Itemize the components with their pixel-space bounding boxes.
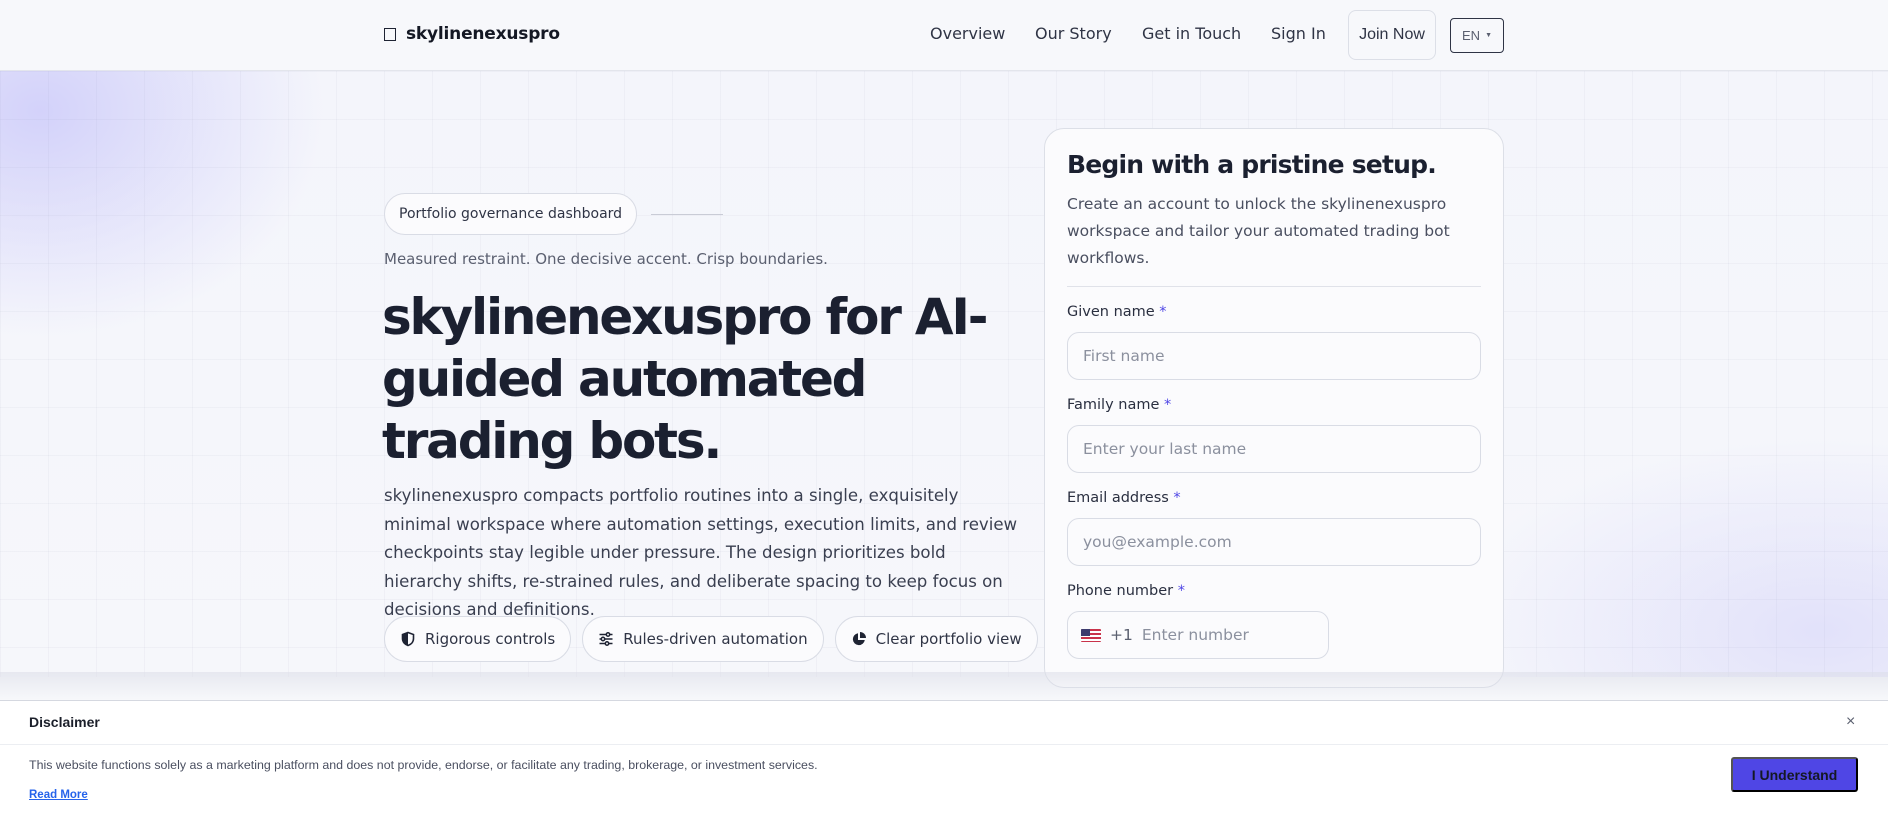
hero-title: skylinenexuspro for AI-guided automated … bbox=[382, 288, 989, 470]
join-now-button[interactable]: Join Now bbox=[1348, 10, 1436, 60]
disclaimer-title: Disclaimer bbox=[29, 714, 100, 730]
given-name-label: Given name * bbox=[1067, 304, 1167, 320]
feature-portfolio-view: Clear portfolio view bbox=[834, 616, 1038, 662]
family-name-input[interactable]: Enter your last name bbox=[1067, 425, 1481, 473]
card-divider bbox=[1067, 286, 1481, 287]
shield-icon bbox=[401, 631, 415, 647]
hero-description: skylinenexuspro compacts portfolio routi… bbox=[384, 486, 1018, 620]
us-flag-icon[interactable] bbox=[1081, 628, 1101, 642]
feature-pills: Rigorous controls Rules-driven automatio… bbox=[384, 616, 1038, 662]
hero-chip-row: Portfolio governance dashboard bbox=[384, 193, 724, 235]
chip-divider bbox=[651, 213, 724, 215]
signup-title: Begin with a pristine setup. bbox=[1067, 150, 1437, 179]
signup-card: Begin with a pristine setup. Create an a… bbox=[1044, 128, 1504, 688]
hero-chip: Portfolio governance dashboard bbox=[384, 193, 638, 235]
fold-shadow bbox=[0, 672, 1888, 700]
nav-sign-in[interactable]: Sign In bbox=[1271, 24, 1326, 43]
feature-rigorous-controls: Rigorous controls bbox=[384, 616, 572, 662]
sliders-icon bbox=[599, 632, 613, 646]
site-header: skylinenexuspro Overview Our Story Get i… bbox=[0, 0, 1888, 71]
feature-label: Clear portfolio view bbox=[875, 630, 1022, 648]
i-understand-button[interactable]: I Understand bbox=[1731, 757, 1858, 792]
close-icon[interactable]: × bbox=[1846, 713, 1855, 731]
brand-logo[interactable]: skylinenexuspro bbox=[384, 24, 560, 44]
language-label: EN bbox=[1462, 28, 1481, 43]
language-selector[interactable]: EN ▼ bbox=[1450, 18, 1504, 53]
signup-description: Create an account to unlock the skylinen… bbox=[1067, 195, 1450, 267]
caret-down-icon: ▼ bbox=[1485, 32, 1492, 39]
dial-code: +1 bbox=[1110, 626, 1133, 644]
disclaimer-divider bbox=[0, 744, 1888, 745]
feature-label: Rules-driven automation bbox=[623, 630, 808, 648]
square-logo-icon bbox=[384, 27, 396, 41]
phone-label: Phone number * bbox=[1067, 583, 1185, 599]
brand-name: skylinenexuspro bbox=[406, 24, 560, 44]
given-name-input[interactable]: First name bbox=[1067, 332, 1481, 380]
feature-rules-automation: Rules-driven automation bbox=[582, 616, 824, 662]
nav-get-in-touch[interactable]: Get in Touch bbox=[1142, 24, 1241, 43]
phone-placeholder: Enter number bbox=[1141, 626, 1249, 644]
email-label: Email address * bbox=[1067, 490, 1181, 506]
disclaimer-banner: Disclaimer × This website functions sole… bbox=[0, 700, 1888, 818]
nav-overview[interactable]: Overview bbox=[930, 24, 1005, 43]
email-input[interactable]: you@example.com bbox=[1067, 518, 1481, 566]
disclaimer-text: This website functions solely as a marke… bbox=[29, 758, 818, 772]
phone-input[interactable]: +1 Enter number bbox=[1067, 611, 1329, 659]
pie-chart-icon bbox=[852, 632, 866, 646]
feature-label: Rigorous controls bbox=[425, 630, 556, 648]
hero-tagline: Measured restraint. One decisive accent.… bbox=[384, 250, 828, 268]
family-name-label: Family name * bbox=[1067, 397, 1172, 413]
read-more-link[interactable]: Read More bbox=[29, 789, 88, 801]
nav-our-story[interactable]: Our Story bbox=[1035, 24, 1112, 43]
